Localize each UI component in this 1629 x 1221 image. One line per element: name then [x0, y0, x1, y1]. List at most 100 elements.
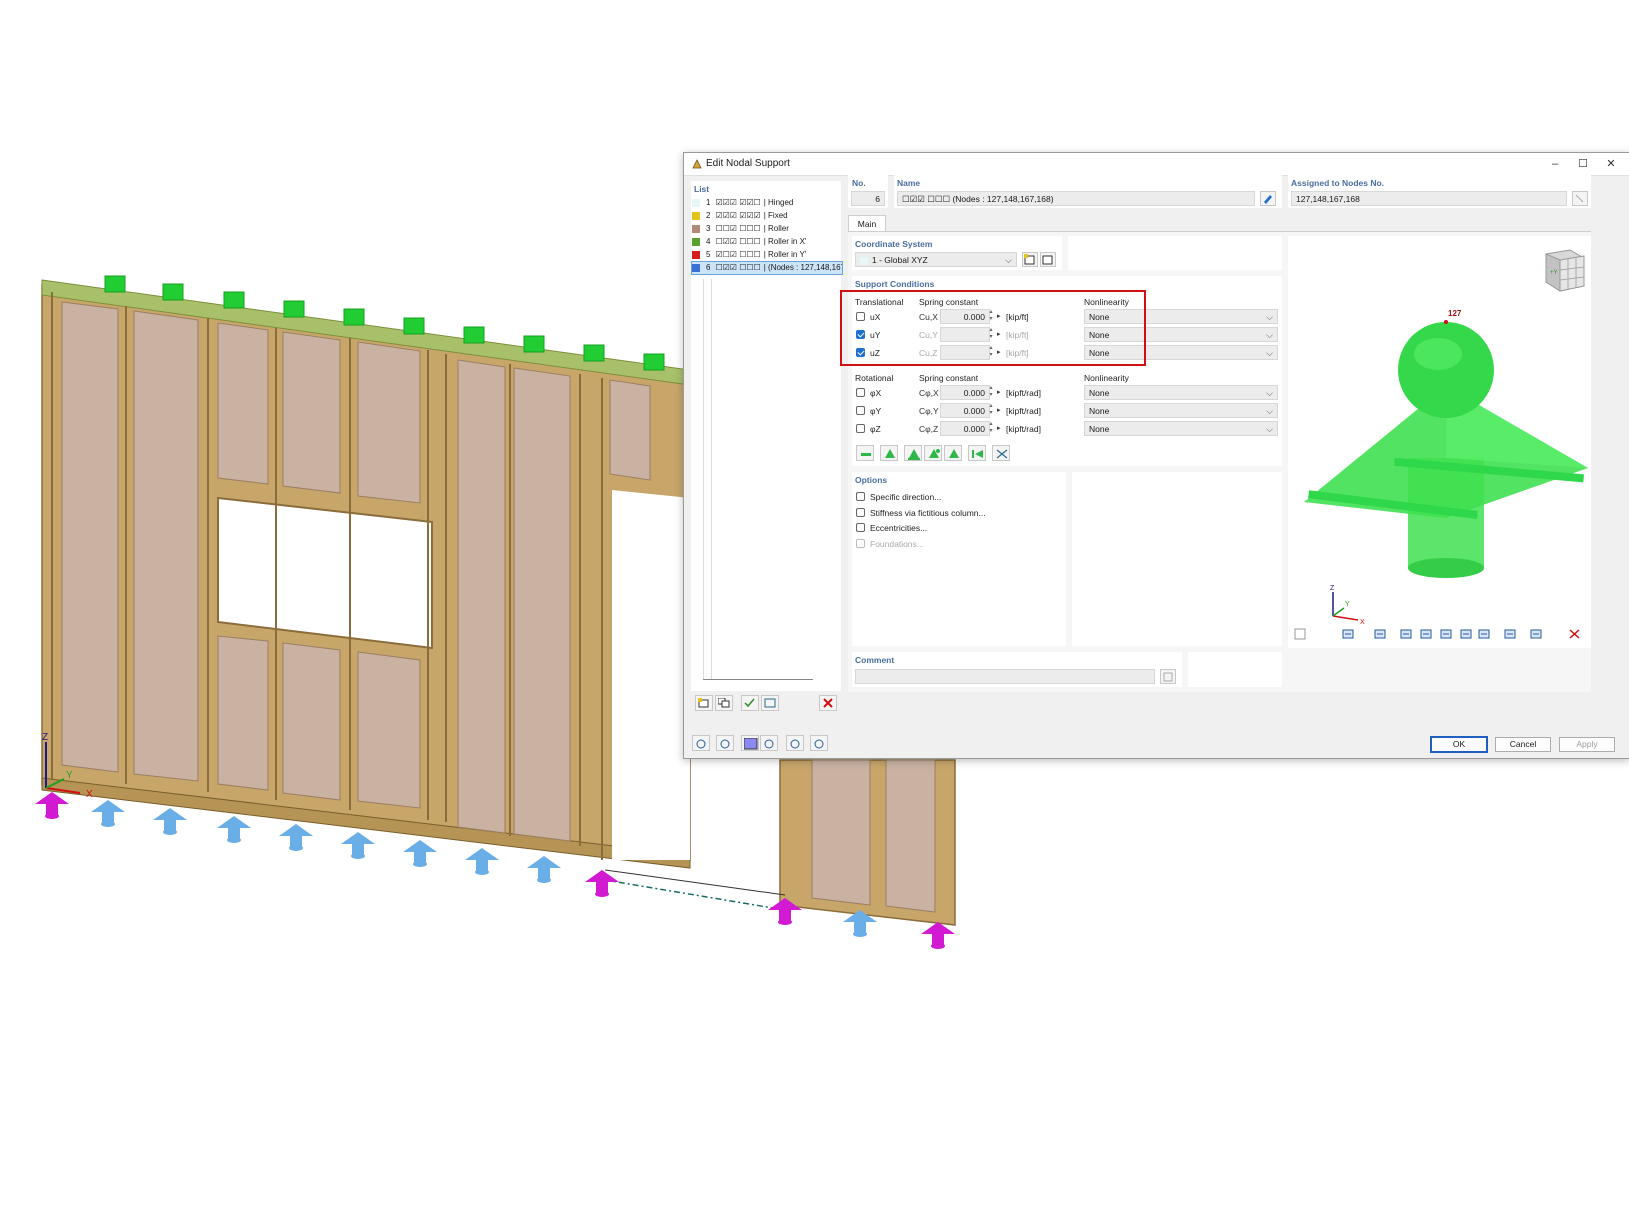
view-z-icon[interactable] [1438, 626, 1456, 642]
options-panel: Options Specific direction... Stiffness v… [852, 472, 1066, 646]
roller-x-type-button[interactable] [968, 445, 986, 461]
list-item[interactable]: 4 ☐☑☑ ☐☐☐ | Roller in X' [692, 236, 842, 248]
spring-constant-input[interactable]: 0.000 [940, 403, 990, 418]
uncheck-all-button[interactable] [761, 695, 779, 711]
display-settings-icon[interactable] [786, 735, 804, 751]
magenta-support-marker[interactable] [921, 922, 955, 949]
print-icon[interactable] [1528, 626, 1546, 642]
spring-constant-input[interactable]: 0.000 [940, 385, 990, 400]
select-nodes-icon[interactable] [1572, 191, 1588, 206]
search-icon[interactable] [692, 735, 710, 751]
copy-support-button[interactable] [715, 695, 733, 711]
cube-face-label: +Y [1550, 270, 1558, 276]
delete-support-button[interactable] [819, 695, 837, 711]
blue-support-marker[interactable] [341, 832, 375, 859]
green-support-marker[interactable] [583, 344, 605, 362]
green-support-marker[interactable] [343, 308, 365, 326]
units-icon[interactable] [716, 735, 734, 751]
blue-support-marker[interactable] [465, 848, 499, 875]
dof-checkbox[interactable] [856, 388, 865, 397]
assigned-nodes-field[interactable]: 127,148,167,168 [1291, 191, 1567, 206]
list-item[interactable]: 3 ☐☐☑ ☐☐☐ | Roller [692, 223, 842, 235]
green-support-marker[interactable] [403, 317, 425, 335]
expand-arrow-icon[interactable]: ▸ [997, 424, 1001, 432]
spinner-icon[interactable]: ▴ ▾ [987, 385, 995, 400]
edit-name-icon[interactable] [1260, 191, 1276, 206]
apply-button[interactable]: Apply [1559, 737, 1615, 752]
hinged-type-button[interactable] [880, 445, 898, 461]
new-support-button[interactable] [695, 695, 713, 711]
green-support-marker[interactable] [643, 353, 665, 371]
view-x-icon[interactable] [1398, 626, 1416, 642]
view-iso-icon[interactable] [1458, 626, 1476, 642]
expand-arrow-icon[interactable]: ▸ [997, 406, 1001, 414]
view-mode-icon[interactable] [1340, 626, 1358, 642]
release-type-button[interactable] [992, 445, 1010, 461]
dof-checkbox[interactable] [856, 424, 865, 433]
magenta-support-marker[interactable] [585, 870, 619, 897]
render-icon[interactable] [1372, 626, 1390, 642]
number-field[interactable]: 6 [851, 191, 885, 206]
list-item[interactable]: 1 ☑☑☑ ☑☑☐ | Hinged [692, 197, 842, 209]
close-button[interactable]: ✕ [1600, 156, 1622, 172]
option-checkbox[interactable] [856, 523, 865, 532]
ok-button[interactable]: OK [1430, 736, 1488, 753]
nonlinearity-select[interactable]: None ⌵ [1084, 403, 1278, 418]
green-support-marker[interactable] [104, 275, 126, 293]
fixed-type-button[interactable] [924, 445, 942, 461]
list-item[interactable]: 5 ☑☐☑ ☐☐☐ | Roller in Y' [692, 249, 842, 261]
name-field[interactable]: ☐☑☑ ☐☐☐ (Nodes : 127,148,167,168) [897, 191, 1255, 206]
option-checkbox[interactable] [856, 507, 865, 517]
list-item[interactable]: 2 ☑☑☑ ☑☑☑ | Fixed [692, 210, 842, 222]
preview-settings-icon[interactable] [1292, 626, 1310, 642]
new-coord-icon[interactable] [1022, 252, 1038, 267]
color-icon[interactable] [741, 735, 759, 751]
list-item[interactable]: 6☐☑☑ ☐☐☐| (Nodes : 127,148,167,168) [691, 261, 843, 275]
title-bar[interactable]: Edit Nodal Support – ☐ ✕ [684, 153, 1629, 176]
expand-arrow-icon[interactable]: ▸ [997, 388, 1001, 396]
view-y-icon[interactable] [1418, 626, 1436, 642]
layers-icon[interactable] [1502, 626, 1520, 642]
maximize-button[interactable]: ☐ [1572, 156, 1594, 172]
blue-support-marker[interactable] [91, 800, 125, 827]
preview-axis-x: X [1360, 619, 1365, 626]
comment-field[interactable] [855, 669, 1155, 684]
support-preview-panel[interactable]: +Y 127 Z X Y [1288, 236, 1591, 648]
view-cube-icon[interactable]: +Y [1545, 249, 1585, 292]
green-support-marker[interactable] [223, 291, 245, 309]
coordinate-system-select[interactable]: 1 - Global XYZ ⌵ [855, 252, 1017, 267]
blue-support-marker[interactable] [403, 840, 437, 867]
display-icon[interactable] [1476, 626, 1494, 642]
blue-support-marker[interactable] [153, 808, 187, 835]
blue-support-marker[interactable] [527, 856, 561, 883]
edit-coord-icon[interactable] [1040, 252, 1056, 267]
green-support-marker[interactable] [523, 335, 545, 353]
roller-type-button[interactable] [944, 445, 962, 461]
green-support-marker[interactable] [463, 326, 485, 344]
option-checkbox[interactable] [856, 492, 865, 501]
spring-constant-input[interactable]: 0.000 [940, 421, 990, 436]
chevron-down-icon: ⌵ [1266, 312, 1273, 322]
check-all-button[interactable] [741, 695, 759, 711]
table-icon[interactable] [760, 735, 778, 751]
reset-view-icon[interactable] [1566, 626, 1584, 642]
free-type-button[interactable] [856, 445, 874, 461]
nonlinearity-select[interactable]: None ⌵ [1084, 421, 1278, 436]
nonlinearity-select[interactable]: None ⌵ [1084, 385, 1278, 400]
spinner-icon[interactable]: ▴ ▾ [987, 403, 995, 418]
spinner-icon[interactable]: ▴ ▾ [987, 421, 995, 436]
formula-icon[interactable] [810, 735, 828, 751]
dof-checkbox[interactable] [856, 406, 865, 415]
blue-support-marker[interactable] [217, 816, 251, 843]
magenta-support-marker[interactable] [35, 792, 69, 819]
green-support-marker[interactable] [162, 283, 184, 301]
minimize-button[interactable]: – [1544, 156, 1566, 172]
tab-main[interactable]: Main [848, 215, 886, 232]
green-support-marker[interactable] [283, 300, 305, 318]
cancel-button[interactable]: Cancel [1495, 737, 1551, 752]
option-checkbox[interactable] [856, 538, 865, 548]
blue-support-marker[interactable] [279, 824, 313, 851]
rear-wall-panels [811, 759, 871, 906]
hinged-rot-type-button[interactable] [904, 445, 922, 461]
comment-copy-icon[interactable] [1160, 669, 1176, 684]
